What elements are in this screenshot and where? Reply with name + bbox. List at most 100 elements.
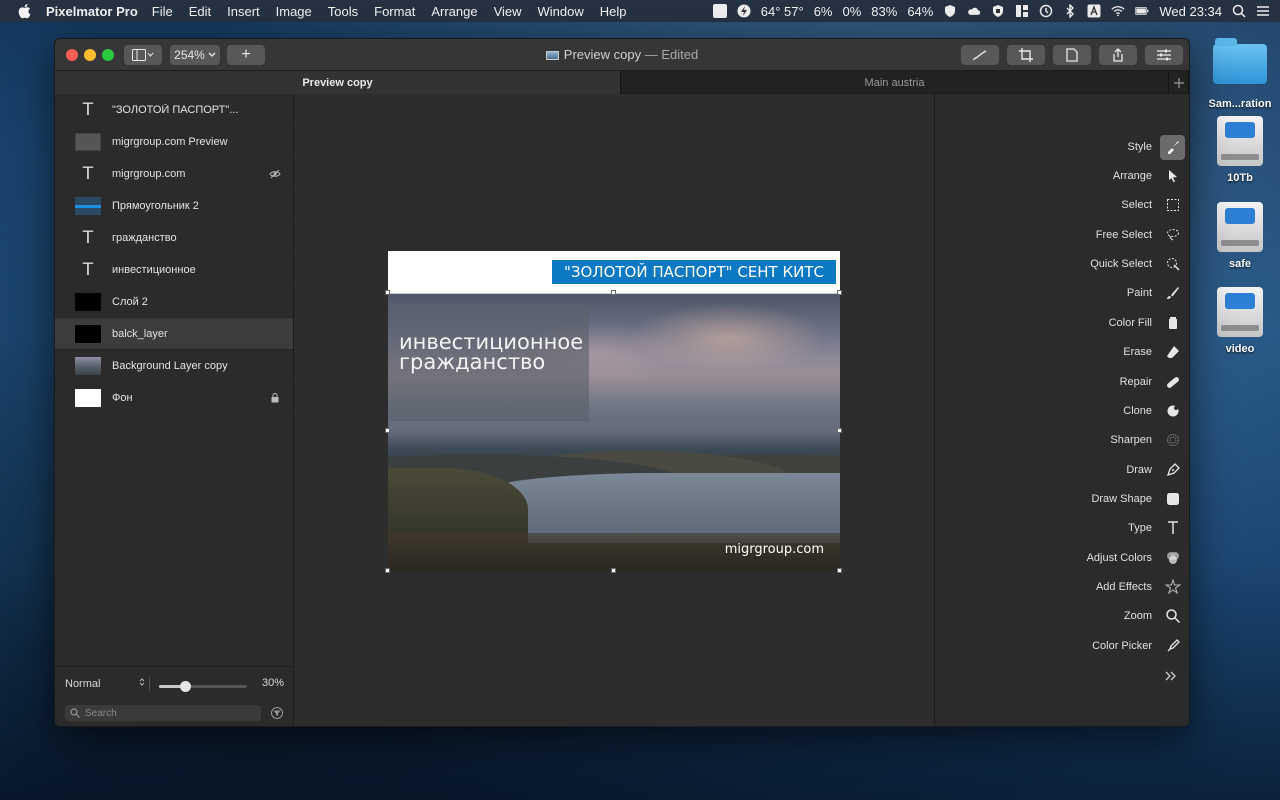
add-button[interactable]: +	[227, 45, 265, 65]
zoom-level-dropdown[interactable]: 254%	[170, 45, 220, 65]
control-center-icon[interactable]	[1256, 4, 1270, 18]
selection-handle[interactable]	[385, 290, 390, 295]
clock[interactable]: Wed 23:34	[1159, 4, 1222, 19]
tool-erase[interactable]: Erase	[1123, 339, 1185, 365]
watermark-text[interactable]: migrgroup.com	[725, 542, 824, 557]
battery-readout-a[interactable]: 0%	[843, 4, 862, 19]
apple-icon[interactable]	[18, 3, 32, 19]
filter-button[interactable]	[271, 707, 283, 719]
layer-row[interactable]: Слой 2	[55, 286, 293, 318]
layer-row[interactable]: T migrgroup.com	[55, 158, 293, 190]
grid-menu-icon[interactable]	[1015, 4, 1029, 18]
export-button[interactable]	[1053, 45, 1091, 65]
wifi-icon[interactable]	[1111, 4, 1125, 18]
desktop-folder[interactable]: Sam...ration	[1205, 36, 1275, 110]
tool-draw-shape[interactable]: Draw Shape	[1091, 486, 1185, 512]
battery-icon[interactable]	[1135, 4, 1149, 18]
tab-main-austria[interactable]: Main austria	[621, 71, 1170, 94]
desktop-drive-10tb[interactable]: 10Tb	[1205, 116, 1275, 184]
vpn-icon[interactable]	[991, 4, 1005, 18]
tool-clone[interactable]: Clone	[1123, 398, 1185, 424]
desktop-drive-safe[interactable]: safe	[1205, 202, 1275, 270]
shield-icon[interactable]	[943, 4, 957, 18]
blend-mode-dropdown[interactable]: Normal	[65, 677, 145, 690]
title-banner[interactable]: "ЗОЛОТОЙ ПАСПОРТ" СЕНТ КИТС	[552, 260, 836, 284]
tool-adjust-colors[interactable]: Adjust Colors	[1087, 545, 1185, 571]
menu-help[interactable]: Help	[600, 4, 627, 19]
artboard[interactable]: инвестиционное гражданство "ЗОЛОТОЙ ПАСП…	[388, 251, 840, 571]
selection-handle[interactable]	[837, 290, 842, 295]
selection-handle[interactable]	[385, 568, 390, 573]
menu-arrange[interactable]: Arrange	[431, 4, 477, 19]
selection-handle[interactable]	[837, 568, 842, 573]
tool-quick-select[interactable]: Quick Select	[1090, 251, 1185, 277]
temperature-readout[interactable]: 64° 57°	[761, 4, 804, 19]
menu-tools[interactable]: Tools	[328, 4, 358, 19]
tool-repair[interactable]: Repair	[1120, 369, 1185, 395]
battery-readout-b[interactable]: 83%	[871, 4, 897, 19]
tool-options-button[interactable]	[961, 45, 999, 65]
menu-format[interactable]: Format	[374, 4, 415, 19]
tool-style[interactable]: Style	[1128, 134, 1185, 160]
menu-edit[interactable]: Edit	[189, 4, 211, 19]
layer-search-input[interactable]	[85, 707, 255, 719]
adjustments-button[interactable]	[1145, 45, 1183, 65]
desktop-drive-video[interactable]: video	[1205, 287, 1275, 355]
tool-draw[interactable]: Draw	[1126, 457, 1185, 483]
input-source-icon[interactable]	[1087, 4, 1101, 18]
battery-readout-c[interactable]: 64%	[907, 4, 933, 19]
menu-file[interactable]: File	[152, 4, 173, 19]
time-machine-icon[interactable]	[1039, 4, 1053, 18]
tool-color-picker[interactable]: Color Picker	[1092, 633, 1185, 659]
checkbox-menu-icon[interactable]	[712, 4, 727, 18]
layer-row[interactable]: Фон	[55, 382, 293, 414]
cpu-readout[interactable]: 6%	[814, 4, 833, 19]
layer-row[interactable]: migrgroup.com Preview	[55, 126, 293, 158]
bluetooth-icon[interactable]	[1063, 4, 1077, 18]
opacity-slider[interactable]	[159, 681, 247, 692]
status-area: 64° 57° 6% 0% 83% 64% Wed 23:34	[712, 4, 1270, 19]
tool-color-fill[interactable]: Color Fill	[1109, 310, 1185, 336]
lock-icon[interactable]	[269, 392, 281, 404]
layer-row[interactable]: T инвестиционное	[55, 254, 293, 286]
hidden-eye-icon[interactable]	[269, 168, 281, 180]
headline-text[interactable]: инвестиционное гражданство	[399, 332, 583, 373]
close-window-button[interactable]	[66, 49, 78, 61]
menu-window[interactable]: Window	[538, 4, 584, 19]
tab-preview-copy[interactable]: Preview copy	[55, 71, 621, 94]
tool-arrange[interactable]: Arrange	[1113, 163, 1185, 189]
share-button[interactable]	[1099, 45, 1137, 65]
opacity-slider-knob[interactable]	[180, 681, 192, 692]
selection-handle[interactable]	[837, 428, 842, 433]
tool-zoom[interactable]: Zoom	[1124, 603, 1185, 629]
spotlight-search-icon[interactable]	[1232, 4, 1246, 18]
selection-handle[interactable]	[385, 428, 390, 433]
sidebar-toggle-button[interactable]	[124, 45, 162, 65]
tool-add-effects[interactable]: Add Effects	[1096, 574, 1185, 600]
layer-row[interactable]: Прямоугольник 2	[55, 190, 293, 222]
menu-insert[interactable]: Insert	[227, 4, 260, 19]
expand-tools-button[interactable]	[1165, 669, 1177, 684]
fullscreen-window-button[interactable]	[102, 49, 114, 61]
selection-handle[interactable]	[611, 568, 616, 573]
app-name-menu[interactable]: Pixelmator Pro	[46, 4, 138, 19]
menu-image[interactable]: Image	[276, 4, 312, 19]
cloud-icon[interactable]	[967, 4, 981, 18]
bolt-icon[interactable]	[737, 4, 751, 18]
new-tab-button[interactable]	[1169, 71, 1189, 94]
tool-paint[interactable]: Paint	[1127, 280, 1185, 306]
crop-button[interactable]	[1007, 45, 1045, 65]
tool-free-select[interactable]: Free Select	[1096, 222, 1185, 248]
layer-row[interactable]: T гражданство	[55, 222, 293, 254]
canvas-area[interactable]: инвестиционное гражданство "ЗОЛОТОЙ ПАСП…	[294, 94, 934, 726]
tool-type[interactable]: Type	[1128, 515, 1185, 541]
menu-view[interactable]: View	[494, 4, 522, 19]
minimize-window-button[interactable]	[84, 49, 96, 61]
tool-select[interactable]: Select	[1121, 192, 1185, 218]
tool-sharpen[interactable]: Sharpen	[1110, 427, 1185, 453]
selection-handle[interactable]	[611, 290, 616, 295]
layer-search-field[interactable]	[65, 705, 261, 721]
layer-row-selected[interactable]: balck_layer	[55, 318, 293, 350]
layer-row[interactable]: T "ЗОЛОТОЙ ПАСПОРТ"...	[55, 94, 293, 126]
layer-row[interactable]: Background Layer copy	[55, 350, 293, 382]
